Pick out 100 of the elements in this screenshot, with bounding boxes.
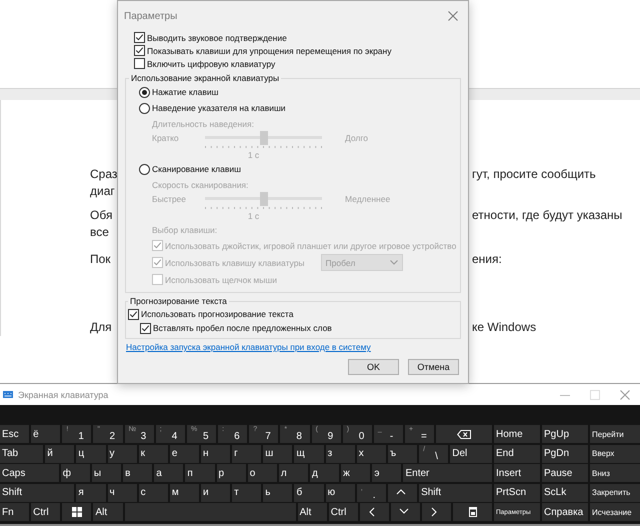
radio-label: Сканирование клавиш	[152, 164, 241, 174]
keyboard-key[interactable]: Вверх	[590, 444, 640, 462]
radio-button[interactable]	[139, 102, 150, 114]
keyboard-key[interactable]: э	[372, 464, 402, 482]
dialog-button[interactable]: Отмена	[408, 359, 459, 375]
keyboard-key[interactable]: ш	[263, 444, 292, 462]
document-text: Для	[90, 319, 112, 336]
keyboard-key[interactable]: Вниз	[590, 464, 640, 482]
keyboard-key[interactable]: ц	[76, 444, 106, 462]
keyboard-key[interactable]: PrtScn	[494, 484, 540, 502]
radio-button[interactable]	[139, 164, 150, 174]
keyboard-key[interactable]: у	[108, 444, 137, 462]
keyboard-key[interactable]: End	[494, 444, 540, 462]
keyboard-key[interactable]: Закрепить	[590, 484, 640, 502]
keyboard-key[interactable]: Shift	[419, 484, 492, 502]
slider-value: 1 с	[248, 210, 260, 220]
keyboard-key[interactable]: ь	[263, 484, 292, 502]
panel-icon	[468, 507, 477, 517]
checkbox[interactable]	[128, 308, 139, 320]
keyboard-key[interactable]: г	[232, 444, 262, 462]
slider-value: 1 с	[248, 150, 260, 160]
keyboard-key[interactable]: о	[248, 464, 277, 482]
keyboard-key[interactable]: Caps	[0, 464, 59, 482]
keyboard-key[interactable]	[391, 503, 420, 521]
keyboard-key[interactable]: т	[232, 484, 262, 502]
keyboard-key[interactable]: Home	[494, 425, 540, 443]
section-caption: Выбор клавиши:	[152, 224, 218, 234]
keyboard-key[interactable]: Pause	[542, 464, 588, 482]
document-text: диаг	[90, 183, 115, 200]
keyboard-key[interactable]: щ	[294, 444, 324, 462]
keyboard-key[interactable]: ф	[60, 464, 90, 482]
checkbox[interactable]	[140, 322, 151, 334]
keyboard-key[interactable]: в	[123, 464, 152, 482]
windows-logo-icon	[72, 507, 82, 517]
keyboard-key[interactable]: ж	[341, 464, 370, 482]
keyboard-key[interactable]: и	[200, 484, 230, 502]
slider-max-label: Медленнее	[345, 194, 392, 204]
checkbox-label: Использовать клавишу клавиатуры	[165, 258, 305, 268]
keyboard-key[interactable]: с	[138, 484, 168, 502]
keyboard-key[interactable]: н	[200, 444, 230, 462]
keyboard-key[interactable]: а	[154, 464, 184, 482]
checkbox-label: Показывать клавиши для упрощения перемещения по экрану	[147, 46, 392, 56]
keyboard-key[interactable]: л	[278, 464, 308, 482]
keyboard-key[interactable]: е	[170, 444, 199, 462]
document-text: Сраз	[90, 166, 118, 183]
keyboard-key[interactable]: PgDn	[542, 444, 588, 462]
keyboard-key[interactable]	[360, 503, 390, 521]
document-text: гут, просите сообщить	[472, 166, 597, 183]
keyboard-key[interactable]: ё	[31, 425, 60, 443]
keyboard-key[interactable]	[453, 503, 492, 521]
keyboard-key[interactable]	[62, 503, 92, 521]
keyboard-key[interactable]: Shift	[0, 484, 74, 502]
checkbox-label: Использовать прогнозирование текста	[141, 309, 294, 319]
keyboard-key[interactable]: ъ	[388, 444, 418, 462]
keyboard-key[interactable]: п	[185, 464, 215, 482]
keyboard-key[interactable]: Fn	[0, 503, 30, 521]
settings-link[interactable]: Настройка запуска экранной клавиатуры при входе в систему	[126, 341, 371, 353]
keyboard-key[interactable]: ю	[326, 484, 355, 502]
keyboard-key[interactable]: д	[310, 464, 340, 482]
checkbox[interactable]	[134, 32, 145, 43]
dialog-button[interactable]: OK	[348, 359, 399, 375]
keyboard-key[interactable]: Del	[450, 444, 492, 462]
radio-button[interactable]	[139, 86, 150, 98]
keyboard-key[interactable]: Alt	[93, 503, 123, 521]
keyboard-key[interactable]: к	[138, 444, 168, 462]
keyboard-key[interactable]: я	[76, 484, 106, 502]
keyboard-key[interactable]: Esc	[0, 425, 30, 443]
keyboard-key[interactable]: Перейти	[590, 425, 640, 443]
keyboard-key[interactable]: б	[294, 484, 324, 502]
keyboard-key[interactable]	[388, 484, 418, 502]
window-title: Экранная клавиатура	[18, 390, 108, 400]
keyboard-key[interactable]: PgUp	[542, 425, 588, 443]
keyboard-key[interactable]: ScLk	[542, 484, 588, 502]
keyboard-key[interactable]: Tab	[0, 444, 44, 462]
section-caption: Длительность наведения:	[152, 118, 254, 128]
keyboard-key[interactable]: м	[170, 484, 199, 502]
document-text: Обя	[90, 207, 112, 224]
slider-max-label: Долго	[345, 133, 369, 143]
keyboard-key[interactable]	[436, 425, 492, 443]
keyboard-key[interactable]: ы	[92, 464, 122, 482]
keyboard-key[interactable]: Alt	[298, 503, 327, 521]
keyboard-key[interactable]: й	[45, 444, 74, 462]
keyboard-key[interactable]: Справка	[542, 503, 588, 521]
keyboard-key[interactable]: Enter	[403, 464, 492, 482]
keyboard-key[interactable]: Ctrl	[328, 503, 358, 521]
keyboard-key[interactable]: Insert	[494, 464, 540, 482]
maximize-icon	[590, 390, 600, 400]
keyboard-key[interactable]: з	[326, 444, 355, 462]
checkbox[interactable]	[134, 45, 145, 56]
checkbox[interactable]	[134, 58, 145, 69]
keyboard-key[interactable]: х	[356, 444, 386, 462]
keyboard-key[interactable]	[422, 503, 452, 521]
window-title: Параметры	[124, 10, 178, 22]
keyboard-key[interactable]: Ctrl	[31, 503, 60, 521]
keyboard-key[interactable]: ч	[108, 484, 137, 502]
chevron-down-icon	[390, 260, 398, 265]
keyboard-key[interactable]: Исчезание	[590, 503, 640, 521]
close-button[interactable]	[448, 11, 458, 21]
keyboard-key[interactable]: р	[216, 464, 246, 482]
checkbox-label: Выводить звуковое подтверждение	[147, 32, 287, 42]
